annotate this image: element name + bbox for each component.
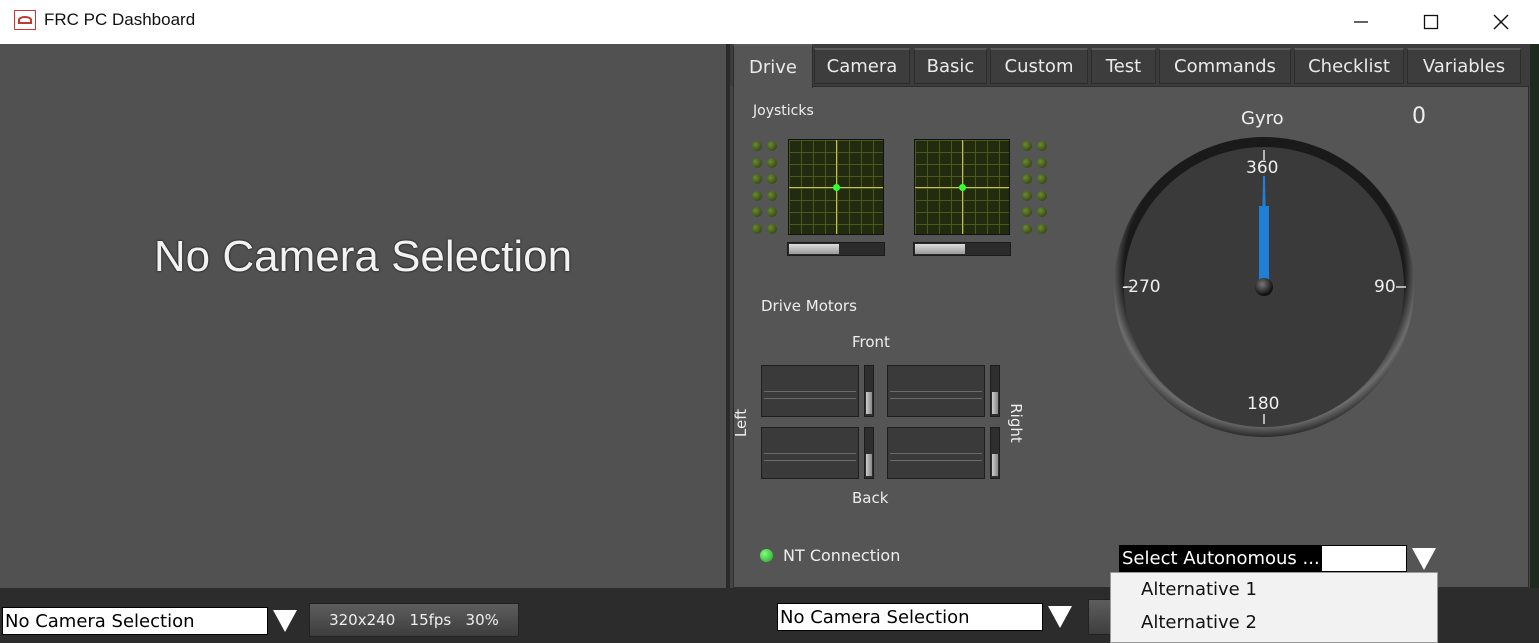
- left-camera-select[interactable]: No Camera Selection: [2, 607, 268, 635]
- joystick-button-led: [1022, 223, 1032, 234]
- drive-motors-label: Drive Motors: [761, 297, 857, 315]
- motor-back-left-slider: [864, 427, 874, 479]
- gyro-tick-bottom: 180: [1247, 394, 1280, 414]
- motor-back-left-display: [761, 427, 859, 479]
- joystick-1-axis-display: [788, 139, 884, 235]
- joystick-1-throttle-bar: [787, 242, 885, 256]
- gyro-tick-left: -270: [1122, 277, 1161, 297]
- tab-commands[interactable]: Commands: [1159, 48, 1291, 84]
- autonomous-options-menu: Alternative 1 Alternative 2: [1110, 572, 1438, 643]
- joystick-button-led: [767, 157, 777, 168]
- menu-item-alternative-2[interactable]: Alternative 2: [1141, 612, 1257, 633]
- joystick-button-led: [767, 190, 777, 201]
- motor-front-right-slider: [990, 365, 1000, 417]
- window-edge: [1530, 44, 1539, 588]
- tab-variables[interactable]: Variables: [1407, 48, 1521, 84]
- autonomous-selected-text: Select Autonomous ...: [1120, 546, 1322, 571]
- autonomous-select[interactable]: Select Autonomous ...: [1119, 545, 1407, 572]
- joystick-button-led: [1037, 207, 1047, 217]
- minimize-button[interactable]: [1326, 0, 1396, 44]
- joystick-button-led: [1022, 157, 1032, 168]
- joystick-button-led: [1037, 223, 1047, 234]
- joystick-button-led: [1037, 190, 1047, 201]
- stream-settings-button[interactable]: 320x240 15fps 30%: [309, 603, 519, 637]
- right-label: Right: [1006, 403, 1025, 443]
- joystick-1-button-leds: [752, 141, 780, 237]
- menu-item-alternative-1[interactable]: Alternative 1: [1141, 579, 1257, 600]
- app-logo-icon: [14, 10, 36, 30]
- left-label: Left: [732, 408, 751, 438]
- camera-view: [0, 44, 726, 588]
- motor-back-right-slider: [990, 427, 1000, 479]
- joystick-button-led: [752, 141, 762, 151]
- maximize-icon: [1423, 14, 1439, 30]
- gyro-label: Gyro: [1241, 108, 1284, 129]
- back-label: Back: [852, 489, 889, 507]
- joysticks-label: Joysticks: [753, 103, 814, 119]
- nt-connection-led: [760, 549, 773, 562]
- joystick-button-led: [1022, 141, 1032, 151]
- camera-placeholder-text: No Camera Selection: [153, 232, 573, 281]
- right-camera-select[interactable]: No Camera Selection: [777, 603, 1043, 631]
- joystick-button-led: [767, 141, 777, 151]
- front-label: Front: [852, 333, 890, 351]
- joystick-button-led: [1037, 141, 1047, 151]
- joystick-button-led: [767, 174, 777, 184]
- tab-test[interactable]: Test: [1091, 48, 1156, 84]
- joystick-button-led: [752, 157, 762, 168]
- joystick-button-led: [767, 207, 777, 217]
- joystick-button-led: [752, 190, 762, 201]
- maximize-button[interactable]: [1396, 0, 1466, 44]
- title-bar: FRC PC Dashboard: [0, 0, 1539, 44]
- joystick-button-led: [752, 174, 762, 184]
- joystick-button-led: [1022, 190, 1032, 201]
- joystick-2-axis-display: [914, 139, 1010, 235]
- joystick-button-led: [1037, 174, 1047, 184]
- right-camera-dropdown-arrow-icon[interactable]: [1048, 606, 1072, 628]
- nt-connection-label: NT Connection: [783, 546, 901, 565]
- motor-front-right-display: [887, 365, 985, 417]
- joystick-button-led: [767, 223, 777, 234]
- joystick-2-button-leds: [1022, 141, 1050, 237]
- left-camera-dropdown-arrow-icon[interactable]: [273, 610, 297, 632]
- joystick-button-led: [752, 207, 762, 217]
- tab-camera[interactable]: Camera: [814, 48, 910, 84]
- motor-back-right-display: [887, 427, 985, 479]
- tab-custom[interactable]: Custom: [990, 48, 1088, 84]
- window-title: FRC PC Dashboard: [44, 10, 196, 29]
- close-button[interactable]: [1466, 0, 1536, 44]
- gyro-value: 0: [1412, 104, 1426, 129]
- autonomous-dropdown-arrow-icon[interactable]: [1412, 548, 1436, 570]
- motor-front-left-slider: [864, 365, 874, 417]
- stream-info-text: 320x240 15fps 30%: [329, 611, 499, 629]
- minimize-icon: [1354, 21, 1368, 23]
- gyro-tick-top: 360: [1246, 158, 1279, 178]
- joystick-button-led: [1022, 174, 1032, 184]
- joystick-1-position-dot: [833, 184, 840, 191]
- close-icon: [1493, 14, 1509, 30]
- joystick-button-led: [1037, 157, 1047, 168]
- gyro-tick-right: 90: [1374, 277, 1396, 297]
- joystick-2-throttle-bar: [913, 242, 1011, 256]
- motor-front-left-display: [761, 365, 859, 417]
- joystick-2-position-dot: [959, 184, 966, 191]
- tab-basic[interactable]: Basic: [914, 48, 987, 84]
- joystick-button-led: [1022, 207, 1032, 217]
- tab-drive[interactable]: Drive: [733, 44, 813, 88]
- joystick-button-led: [752, 223, 762, 234]
- tab-checklist[interactable]: Checklist: [1294, 48, 1404, 84]
